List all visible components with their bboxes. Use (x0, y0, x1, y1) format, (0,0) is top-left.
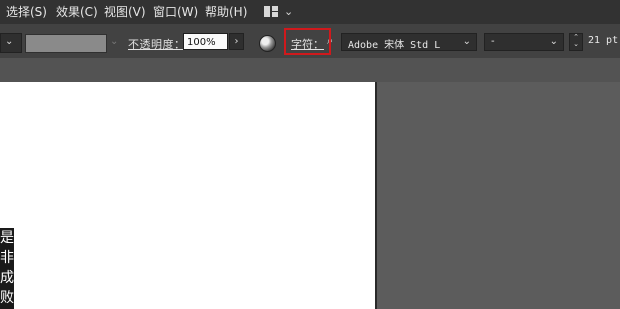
stroke-dropdown[interactable]: ⌄ (0, 33, 22, 53)
recolor-artwork-icon[interactable] (259, 35, 276, 52)
chevron-down-icon: ⌄ (549, 36, 558, 47)
highlight-box (284, 28, 331, 55)
chevron-down-icon[interactable]: ⌄ (284, 5, 293, 18)
opacity-slider-button[interactable]: › (229, 33, 244, 50)
artboard[interactable] (0, 82, 375, 309)
font-family-dropdown[interactable]: Adobe 宋体 Std L ⌄ (341, 33, 477, 51)
opacity-input[interactable]: 100% (183, 33, 228, 50)
font-style-dropdown[interactable]: - ⌄ (484, 33, 564, 51)
pasteboard[interactable] (377, 82, 620, 309)
font-size-value[interactable]: 21 pt (588, 35, 618, 46)
font-size-stepper[interactable]: ⌃ ⌄ (569, 33, 583, 51)
menu-select[interactable]: 选择(S) (6, 5, 47, 19)
vertical-text-frame[interactable]: 是 非 成 败 (0, 228, 14, 308)
chevron-down-icon[interactable]: ⌄ (110, 36, 118, 47)
document-tab-strip (0, 58, 620, 82)
opacity-label[interactable]: 不透明度： (128, 36, 186, 52)
menu-bar: 选择(S) 效果(C) 视图(V) 窗口(W) 帮助(H) ⌄ (0, 0, 620, 24)
vertical-text-char: 是 (0, 230, 14, 246)
grid-layout-icon[interactable] (264, 6, 278, 17)
chevron-down-icon: ⌄ (5, 36, 14, 47)
vertical-text-char: 成 (0, 270, 14, 286)
menu-view[interactable]: 视图(V) (104, 5, 146, 19)
stroke-weight-field[interactable] (25, 34, 107, 53)
font-style-value: - (491, 36, 495, 47)
vertical-text-char: 败 (0, 290, 14, 306)
menu-window[interactable]: 窗口(W) (153, 5, 198, 19)
vertical-text-char: 非 (0, 250, 14, 266)
menu-effect[interactable]: 效果(C) (56, 5, 98, 19)
font-family-value: Adobe 宋体 Std L (348, 40, 441, 51)
menu-help[interactable]: 帮助(H) (205, 5, 247, 19)
chevron-down-icon: ⌄ (462, 36, 471, 47)
